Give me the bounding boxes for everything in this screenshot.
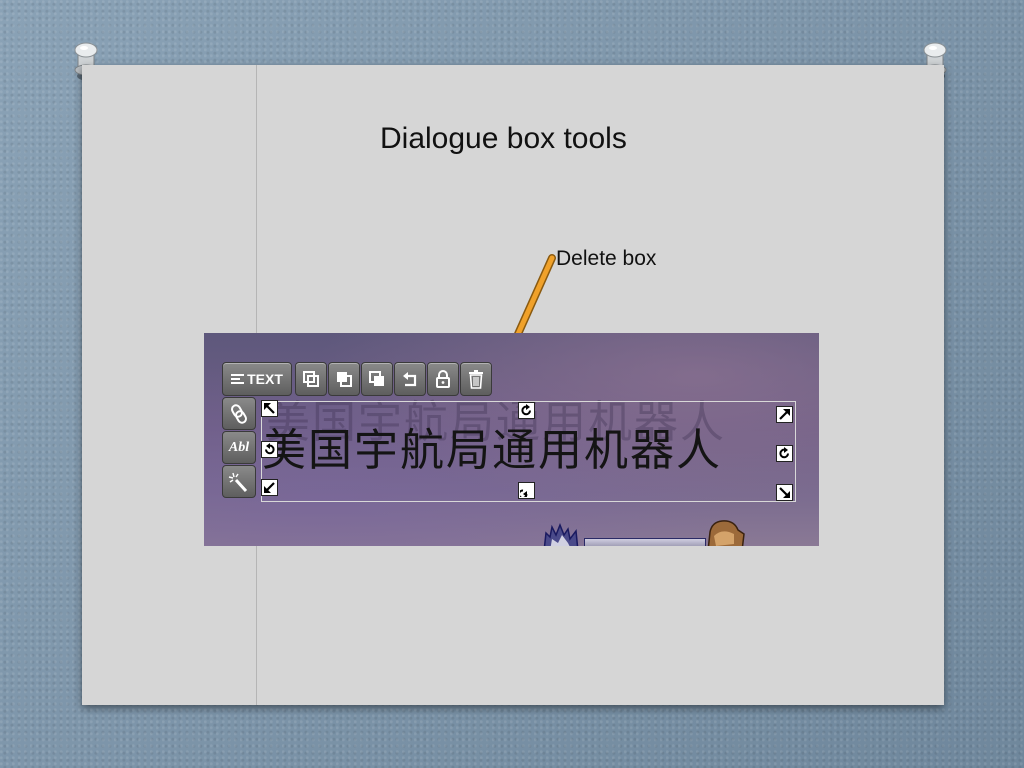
link-button[interactable] xyxy=(222,397,256,430)
text-box-content[interactable]: 美国宇航局通用机器人 xyxy=(262,414,722,478)
rotate-bottom-icon xyxy=(520,489,528,497)
text-tool-label: TEXT xyxy=(247,371,283,387)
link-icon xyxy=(231,403,247,424)
resize-sw-handle[interactable] xyxy=(261,479,278,496)
rotate-left-icon xyxy=(265,443,275,455)
rotate-top-icon xyxy=(521,404,531,416)
sprite-figure-left xyxy=(543,522,579,546)
text-style-icon: Abl xyxy=(228,439,250,455)
resize-se-handle[interactable] xyxy=(776,484,793,501)
magic-wand-button[interactable] xyxy=(222,465,256,498)
text-style-button[interactable]: Abl xyxy=(222,431,256,464)
sprite-figure-right xyxy=(707,520,745,546)
resize-nw-icon xyxy=(264,403,275,414)
text-lines-icon xyxy=(231,372,245,386)
embedded-screenshot: TEXT Abl 美国宇航局通用机器人 美国宇航局通用机器人 xyxy=(204,333,819,546)
resize-se-icon xyxy=(779,487,790,498)
sprite-ledge xyxy=(584,538,706,546)
resize-ne-handle[interactable] xyxy=(776,406,793,423)
resize-ne-icon xyxy=(779,409,790,420)
rotate-right-icon xyxy=(779,447,789,459)
magic-wand-icon xyxy=(228,472,248,492)
rotate-right-handle[interactable] xyxy=(776,445,793,462)
delete-box-callout: Delete box xyxy=(556,247,657,270)
slide-title: Dialogue box tools xyxy=(380,122,627,155)
rotate-bottom-handle[interactable] xyxy=(518,482,535,499)
rotate-left-handle[interactable] xyxy=(261,441,278,458)
resize-nw-handle[interactable] xyxy=(261,400,278,417)
resize-sw-icon xyxy=(264,482,275,493)
rotate-top-handle[interactable] xyxy=(518,402,535,419)
